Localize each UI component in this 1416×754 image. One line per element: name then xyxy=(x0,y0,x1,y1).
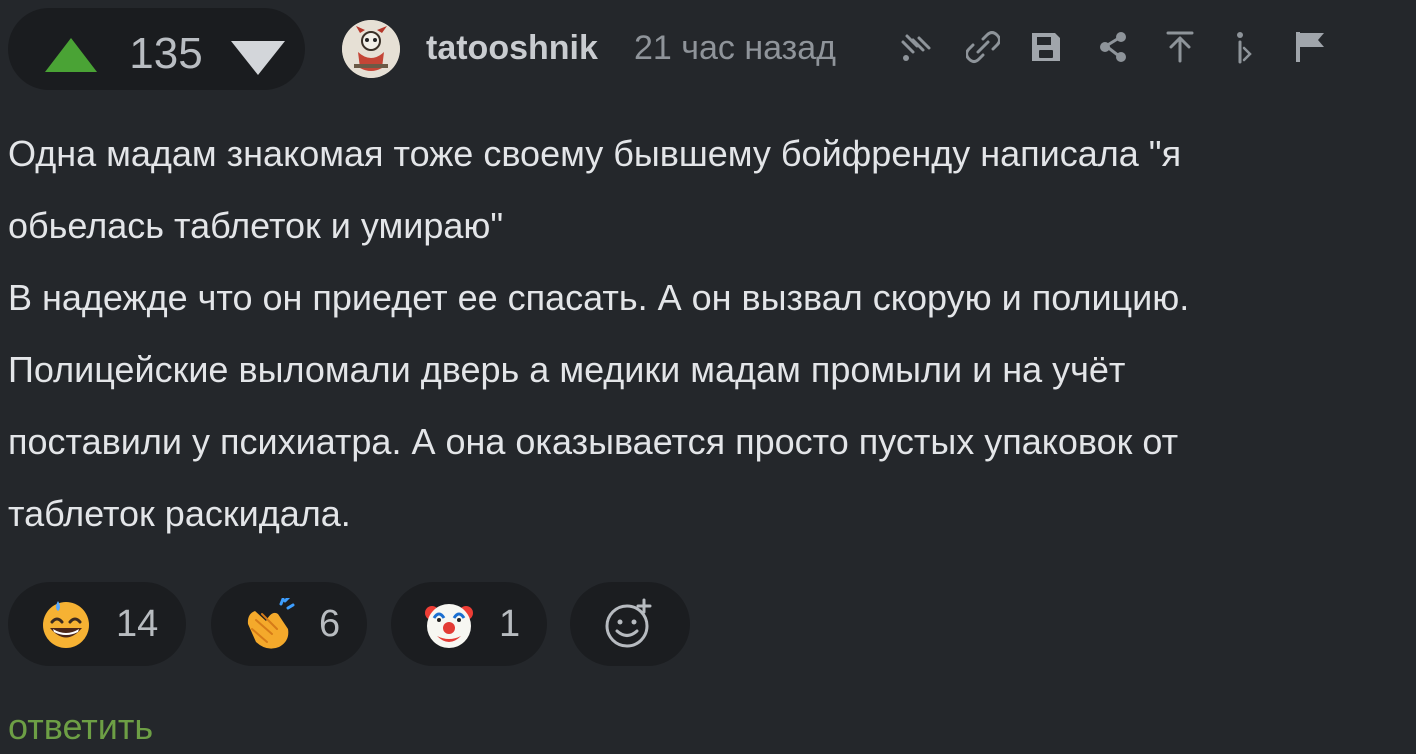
clown-face-icon xyxy=(425,604,473,648)
clapping-hands-icon xyxy=(247,598,295,649)
add-reaction-button[interactable] xyxy=(570,582,690,666)
comment-text-line: Полицейские выломали дверь а медики мада… xyxy=(8,349,1126,390)
comment-text-line: поставили у психиатра. А она оказывается… xyxy=(8,421,1179,462)
comment-text-line: Одна мадам знакомая тоже своему бывшему … xyxy=(8,133,1182,174)
comment-text-line: обьелась таблеток и умираю" xyxy=(8,205,504,246)
thread-branch-icon[interactable] xyxy=(899,30,933,64)
reaction-clapping[interactable]: 6 xyxy=(211,582,367,666)
save-icon[interactable] xyxy=(1029,30,1063,64)
flag-icon[interactable] xyxy=(1293,30,1327,64)
author-name[interactable]: tatooshnik xyxy=(426,24,598,72)
comment-text-line: В надежде что он приедет ее спасать. А о… xyxy=(8,277,1190,318)
arrow-up-icon[interactable] xyxy=(1163,30,1197,64)
downvote-icon[interactable] xyxy=(230,40,286,76)
comment-time[interactable]: 21 час назад xyxy=(634,24,836,72)
add-reaction-icon xyxy=(605,598,652,648)
comment-header: 135 tatooshnik 21 час назад xyxy=(0,0,1416,100)
collapse-icon[interactable] xyxy=(1228,30,1262,64)
comment-body: Одна мадам знакомая тоже своему бывшему … xyxy=(8,118,1408,550)
vote-control: 135 xyxy=(8,8,305,90)
reaction-count: 14 xyxy=(116,603,159,645)
share-icon[interactable] xyxy=(1097,30,1131,64)
reaction-count: 6 xyxy=(319,603,341,645)
author-avatar[interactable] xyxy=(342,20,400,78)
reactions-bar: 14 6 1 xyxy=(8,582,728,666)
rating-count: 135 xyxy=(129,29,203,78)
grinning-sweat-face-icon xyxy=(43,601,89,648)
link-icon[interactable] xyxy=(966,30,1000,64)
reaction-clown[interactable]: 1 xyxy=(391,582,547,666)
reaction-grinning-sweat[interactable]: 14 xyxy=(8,582,186,666)
comment-text-line: таблеток раскидала. xyxy=(8,493,351,534)
upvote-icon[interactable] xyxy=(44,37,98,73)
reply-link[interactable]: ответить xyxy=(8,702,153,752)
reaction-count: 1 xyxy=(499,603,521,645)
